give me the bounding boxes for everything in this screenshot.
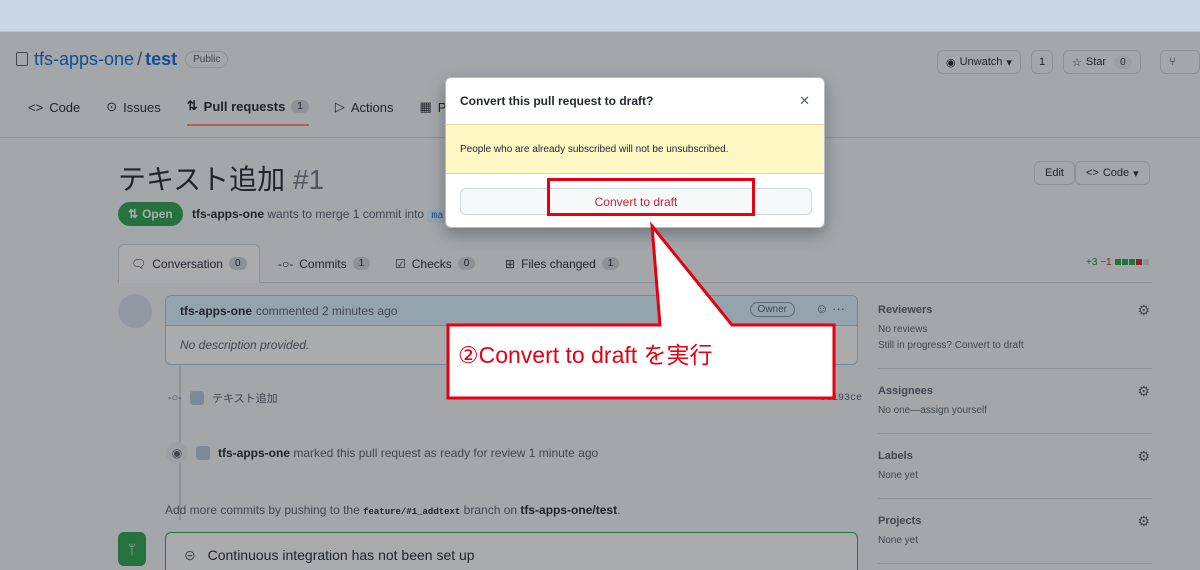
- callout-shape: [446, 221, 836, 400]
- callout-balloon: [446, 221, 836, 400]
- callout-text: ②Convert to draft を実行: [458, 342, 713, 368]
- browser-top-bar: [0, 0, 1200, 32]
- page: tfs-apps-one / test Public ◉ Unwatch ▾ 1 ☆ …: [0, 32, 1200, 570]
